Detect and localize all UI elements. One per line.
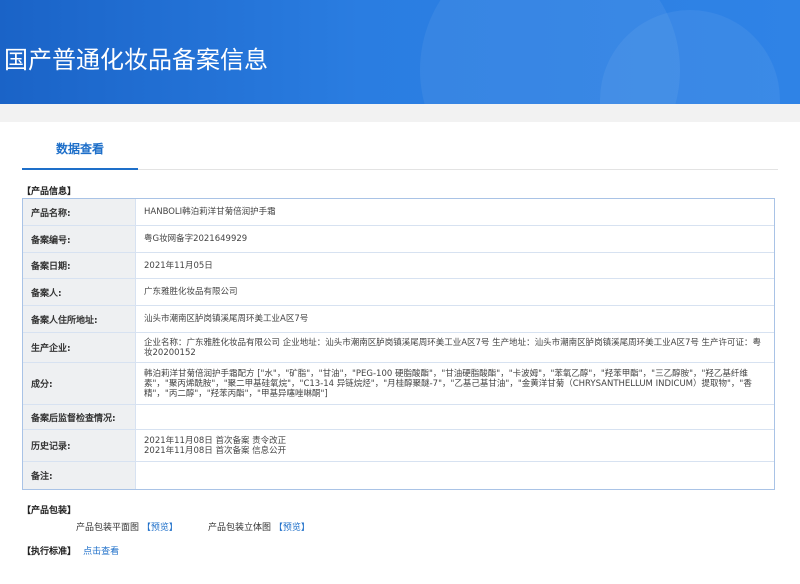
view-standard-link[interactable]: 点击查看 (83, 547, 119, 557)
row-key: 备案后监督检查情况: (23, 405, 136, 429)
history-entry: 2021年11月08日 首次备案 信息公开 (144, 445, 287, 456)
row-key: 备案人: (23, 279, 136, 305)
table-row-product-name: 产品名称: HANBOLI韩泊莉洋甘菊倍润护手霜 (23, 199, 774, 226)
table-row-history: 历史记录: 2021年11月08日 首次备案 责令改正 2021年11月08日 … (23, 430, 774, 462)
row-value: HANBOLI韩泊莉洋甘菊倍润护手霜 (144, 207, 276, 217)
history-entry: 2021年11月08日 首次备案 责令改正 (144, 435, 287, 446)
row-value (136, 405, 774, 429)
content-panel: 数据查看 【产品信息】 产品名称: HANBOLI韩泊莉洋甘菊倍润护手霜 备案编… (0, 122, 800, 584)
row-value: 韩泊莉洋甘菊倍润护手霜配方 ["水"，"矿脂"，"甘油"，"PEG-100 硬脂… (144, 368, 752, 399)
row-key: 成分: (23, 363, 136, 404)
preview-stereo-link[interactable]: 【预览】 (274, 523, 310, 533)
row-value: 广东雅胜化妆品有限公司 (144, 287, 238, 297)
tab-data-view[interactable]: 数据查看 (22, 130, 138, 170)
tab-bar: 数据查看 (22, 130, 778, 170)
standard-label: 【执行标准】 点击查看 (22, 544, 119, 557)
row-key: 产品名称: (23, 199, 136, 225)
packaging-flat: 产品包装平面图 【预览】 (76, 520, 178, 533)
packaging-stereo: 产品包装立体图 【预览】 (208, 520, 310, 533)
standard-label-text: 【执行标准】 (22, 547, 77, 557)
row-value: 汕头市潮南区胪岗镇溪尾周环美工业A区7号 (144, 314, 309, 324)
table-row-inspection: 备案后监督检查情况: (23, 405, 774, 430)
table-row-registrant-address: 备案人住所地址: 汕头市潮南区胪岗镇溪尾周环美工业A区7号 (23, 306, 774, 333)
header-banner: 国产普通化妆品备案信息 (0, 0, 800, 104)
page-title: 国产普通化妆品备案信息 (4, 46, 268, 74)
preview-flat-link[interactable]: 【预览】 (142, 523, 178, 533)
packaging-stereo-label: 产品包装立体图 (208, 523, 272, 533)
row-key: 备案人住所地址: (23, 306, 136, 332)
row-key: 备案编号: (23, 226, 136, 252)
row-key: 历史记录: (23, 430, 136, 461)
row-key: 备注: (23, 462, 136, 489)
product-info-label: 【产品信息】 (22, 187, 77, 197)
table-row-manufacturer: 生产企业: 企业名称：广东雅胜化妆品有限公司 企业地址：汕头市潮南区胪岗镇溪尾周… (23, 333, 774, 363)
row-value: 2021年11月08日 首次备案 责令改正 2021年11月08日 首次备案 信… (136, 430, 774, 461)
row-key: 生产企业: (23, 333, 136, 362)
row-value: 2021年11月05日 (144, 260, 213, 271)
row-value: 粤G妆网备字2021649929 (144, 234, 248, 244)
product-info-table: 产品名称: HANBOLI韩泊莉洋甘菊倍润护手霜 备案编号: 粤G妆网备字202… (22, 198, 775, 490)
packaging-label: 【产品包装】 (22, 506, 77, 516)
table-row-record-date: 备案日期: 2021年11月05日 (23, 253, 774, 279)
table-row-record-number: 备案编号: 粤G妆网备字2021649929 (23, 226, 774, 253)
row-value: 企业名称：广东雅胜化妆品有限公司 企业地址：汕头市潮南区胪岗镇溪尾周环美工业A区… (144, 337, 762, 358)
row-key: 备案日期: (23, 253, 136, 278)
table-row-ingredients: 成分: 韩泊莉洋甘菊倍润护手霜配方 ["水"，"矿脂"，"甘油"，"PEG-10… (23, 363, 774, 405)
table-row-registrant: 备案人: 广东雅胜化妆品有限公司 (23, 279, 774, 306)
row-value (136, 462, 774, 489)
packaging-flat-label: 产品包装平面图 (76, 523, 140, 533)
table-row-notes: 备注: (23, 462, 774, 489)
